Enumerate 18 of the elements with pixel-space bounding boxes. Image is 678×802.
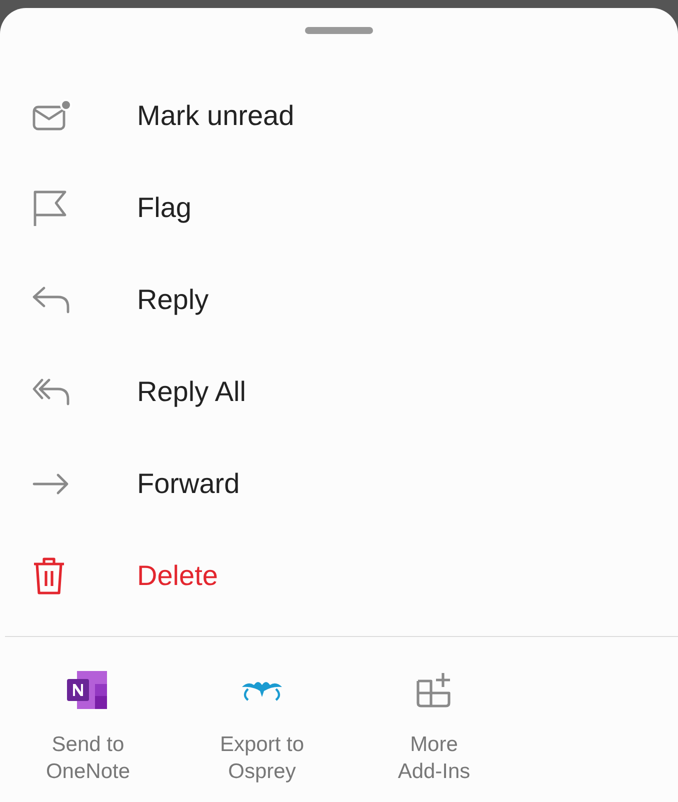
add-in-button[interactable]: Export to Osprey bbox=[176, 671, 348, 785]
menu-item[interactable]: Flag bbox=[0, 162, 678, 254]
reply-arrow-icon bbox=[32, 286, 70, 314]
add-in-button[interactable]: More Add-Ins bbox=[348, 671, 520, 785]
envelope-icon bbox=[32, 99, 72, 133]
menu-item[interactable]: Mark unread bbox=[0, 70, 678, 162]
grid-plus-icon bbox=[415, 671, 453, 709]
drag-handle[interactable] bbox=[305, 27, 373, 34]
trash-icon bbox=[32, 556, 66, 596]
add-in-button[interactable]: Send to OneNote bbox=[0, 671, 176, 785]
notebook-app-icon bbox=[67, 671, 109, 709]
right-arrow-icon bbox=[32, 473, 70, 495]
flag-icon bbox=[32, 189, 68, 227]
menu-item[interactable]: Forward bbox=[0, 438, 678, 530]
menu-item[interactable]: Reply bbox=[0, 254, 678, 346]
menu-item[interactable]: Delete bbox=[0, 530, 678, 622]
double-reply-arrow-icon bbox=[32, 378, 70, 406]
menu-item[interactable]: Reply All bbox=[0, 346, 678, 438]
